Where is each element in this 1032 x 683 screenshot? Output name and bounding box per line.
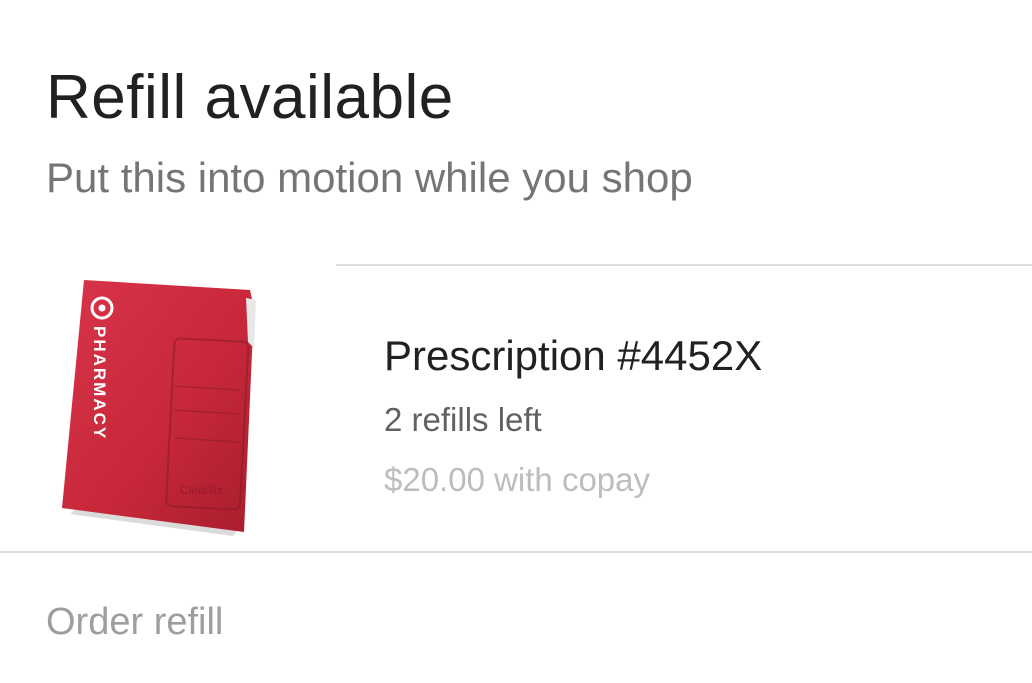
card-subtitle: Put this into motion while you shop	[46, 154, 693, 201]
refill-card: Refill available Put this into motion wh…	[0, 0, 1032, 683]
bag-brand-text: PHARMACY	[90, 326, 109, 440]
bag-label-text: ClearRx	[180, 483, 223, 497]
card-title: Refill available	[46, 63, 454, 132]
divider	[0, 551, 1032, 553]
prescription-image: PHARMACY ClearRx	[58, 278, 268, 538]
order-refill-button[interactable]: Order refill	[46, 596, 223, 648]
prescription-name: Prescription #4452X	[384, 332, 763, 379]
pharmacy-bag-icon: PHARMACY ClearRx	[62, 280, 256, 536]
refills-left: 2 refills left	[384, 401, 542, 438]
copay-price: $20.00 with copay	[384, 461, 651, 498]
divider	[336, 264, 1032, 266]
